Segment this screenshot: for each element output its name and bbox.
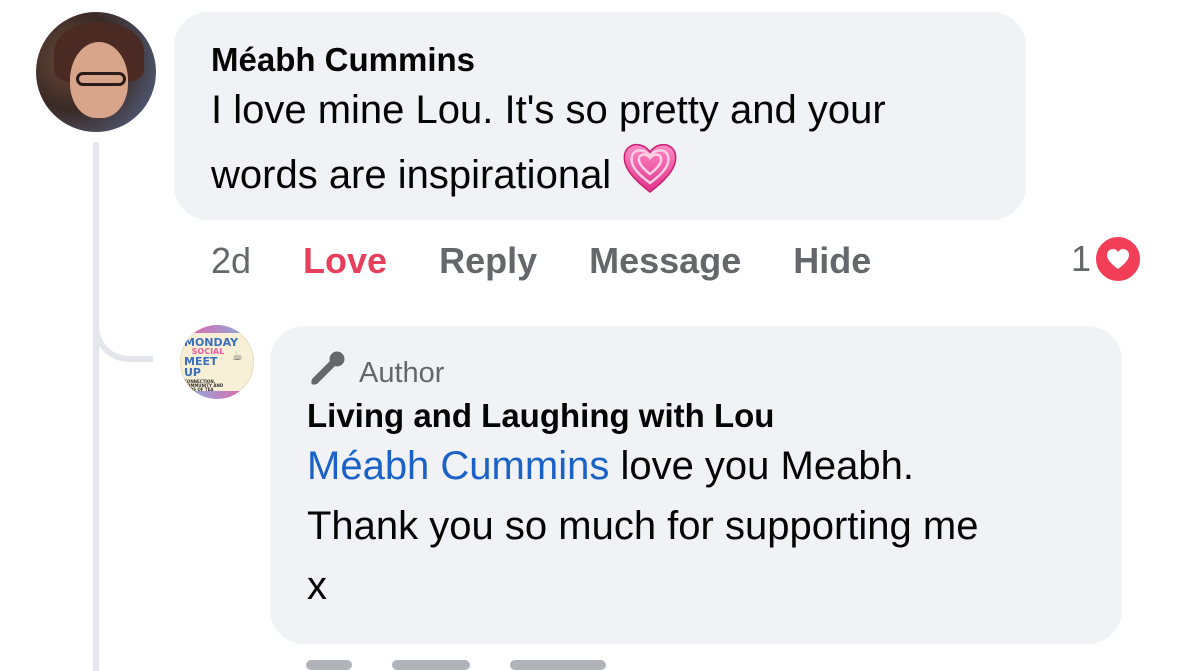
message-button[interactable]: Message: [589, 240, 741, 282]
comment-actions: 2d Love Reply Message Hide: [211, 238, 923, 284]
comment-thread: Méabh Cummins I love mine Lou. It's so p…: [0, 0, 1179, 671]
mention-link[interactable]: Méabh Cummins: [307, 444, 609, 488]
reply-actions-cutoff: [306, 660, 606, 670]
avatar-glasses: [76, 72, 126, 86]
avatar[interactable]: [36, 12, 156, 132]
love-reaction-icon: [1093, 234, 1144, 284]
comment-author-name[interactable]: Méabh Cummins: [211, 40, 990, 80]
love-button[interactable]: Love: [303, 240, 387, 282]
avatar-logo: MONDAY SOCIAL MEET UP CONNECTION, COMMUN…: [184, 337, 238, 392]
avatar-logo-band: [180, 391, 254, 399]
comment-text-segment: words are inspirational: [211, 153, 612, 197]
logo-line: MEET UP: [184, 355, 218, 379]
reaction-summary[interactable]: 1: [1071, 234, 1144, 284]
author-badge: Author: [307, 350, 1086, 396]
teacup-icon: ☕: [232, 349, 243, 363]
reply-text-segment: love you Meabh.: [609, 444, 914, 488]
cutoff-action-placeholder: [306, 660, 352, 670]
sparkling-heart-icon: [621, 140, 679, 211]
comment-timestamp[interactable]: 2d: [211, 240, 251, 282]
cutoff-action-placeholder: [510, 660, 606, 670]
microphone-icon: [307, 350, 359, 397]
avatar-logo-band: [180, 325, 254, 333]
reply-text: Méabh Cummins love you Meabh. Thank you …: [307, 436, 1086, 616]
reply-button[interactable]: Reply: [439, 240, 537, 282]
page-avatar[interactable]: MONDAY SOCIAL MEET UP CONNECTION, COMMUN…: [180, 325, 254, 399]
author-badge-label: Author: [359, 357, 445, 389]
reply-bubble: Author Living and Laughing with Lou Méab…: [270, 326, 1122, 644]
reply-text-line: x: [307, 564, 327, 608]
comment-text: I love mine Lou. It's so pretty and your…: [211, 80, 990, 211]
reply-text-line: Méabh Cummins love you Meabh.: [307, 436, 1086, 496]
cutoff-action-placeholder: [392, 660, 470, 670]
comment-text-line: I love mine Lou. It's so pretty and your: [211, 88, 886, 132]
reaction-count: 1: [1071, 238, 1092, 279]
comment-text-line: words are inspirational: [211, 140, 990, 211]
comment-bubble: Méabh Cummins I love mine Lou. It's so p…: [174, 12, 1026, 220]
hide-button[interactable]: Hide: [793, 240, 871, 282]
reply-connector-curve: [93, 300, 153, 362]
reply-author-name[interactable]: Living and Laughing with Lou: [307, 396, 1086, 436]
thread-connector-line: [93, 142, 99, 671]
reply-text-line: Thank you so much for supporting me: [307, 504, 979, 548]
